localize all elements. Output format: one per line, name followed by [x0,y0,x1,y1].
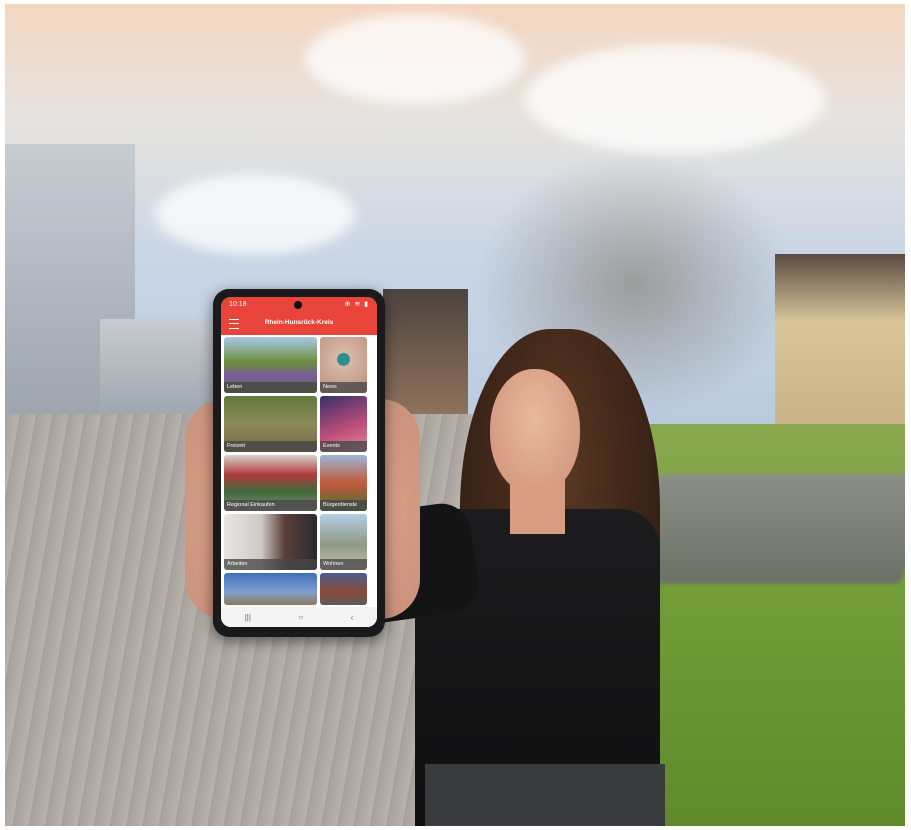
cloud [305,14,525,104]
status-icons: ⊕ ≋ ▮ [344,301,369,308]
tile-label: Events [320,441,367,452]
tile-label: Regional Einkaufen [224,500,317,511]
tile-label: Freizeit [224,441,317,452]
tile-arbeiten[interactable]: Arbeiten [224,514,317,570]
camera-icon [294,301,302,309]
photo-scene [5,4,905,826]
person-waist [425,764,665,826]
back-button[interactable]: ‹ [351,613,354,622]
tile-freizeit[interactable]: Freizeit [224,396,317,452]
smartphone: 10:18 ⊕ ≋ ▮ Rhein-Hunsrück-Kreis Leben N… [213,289,385,637]
tile-image [224,573,317,605]
home-button[interactable]: ○ [298,613,303,622]
tile-events[interactable]: Events [320,396,367,452]
tile-label: Leben [224,382,317,393]
tile-partial-left[interactable] [224,573,317,605]
tile-partial-right[interactable] [320,573,367,605]
app-header: 10:18 ⊕ ≋ ▮ Rhein-Hunsrück-Kreis [221,297,377,335]
tile-label: Wohnen [320,559,367,570]
tile-image [320,573,367,605]
tile-label: News [320,382,367,393]
cloud [155,174,355,254]
tile-label: Arbeiten [224,559,317,570]
app-title: Rhein-Hunsrück-Kreis [264,319,334,326]
cloud [525,44,825,154]
tile-wohnen[interactable]: Wohnen [320,514,367,570]
recent-apps-button[interactable]: ||| [245,613,251,622]
phone-screen: 10:18 ⊕ ≋ ▮ Rhein-Hunsrück-Kreis Leben N… [221,297,377,627]
tile-regional-einkaufen[interactable]: Regional Einkaufen [224,455,317,511]
tile-news[interactable]: News [320,337,367,393]
tile-buergerdienste[interactable]: Bürgerdienste [320,455,367,511]
building-left-back [100,319,220,419]
status-time: 10:18 [229,301,247,308]
tile-label: Bürgerdienste [320,500,367,511]
house-right [775,254,905,424]
tile-leben[interactable]: Leben [224,337,317,393]
person-face [490,369,580,494]
android-nav-bar: ||| ○ ‹ [221,607,377,627]
